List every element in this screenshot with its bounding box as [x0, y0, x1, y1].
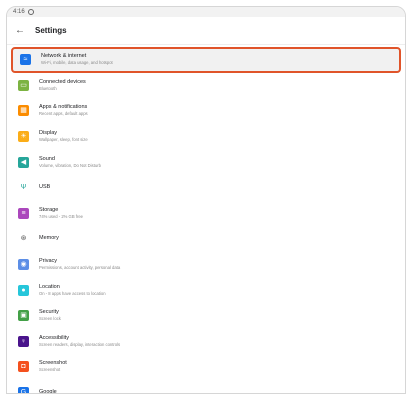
settings-window: 4:16 ← Settings ≈ Network & internet Wi-Fi…	[6, 6, 406, 394]
settings-item-text: Accessibility Screen readers, display, in…	[39, 335, 120, 348]
settings-item-subtitle: On - 8 apps have access to location	[39, 290, 106, 296]
settings-item-connected-devices[interactable]: ▭ Connected devices Bluetooth	[7, 73, 405, 99]
settings-item-title: Screenshot	[39, 360, 67, 367]
settings-item-apps-notifications[interactable]: ▦ Apps & notifications Recent apps, defaul…	[7, 98, 405, 124]
settings-item-display[interactable]: ☀ Display Wallpaper, sleep, font size	[7, 124, 405, 150]
settings-item-title: Location	[39, 283, 60, 290]
settings-item-privacy[interactable]: ◉ Privacy Permissions, account activity, p…	[7, 252, 405, 278]
settings-item-title: Apps & notifications	[39, 104, 88, 111]
settings-item-location[interactable]: ● Location On - 8 apps have access to loca…	[7, 277, 405, 303]
settings-item-storage[interactable]: ≡ Storage 74% used - 2% GB free	[7, 201, 405, 227]
settings-item-google[interactable]: G Google	[7, 380, 405, 394]
settings-item-title: Sound	[39, 155, 55, 162]
settings-item-subtitle: Bluetooth	[39, 85, 57, 91]
location-icon: ●	[18, 284, 29, 296]
settings-item-title: Display	[39, 130, 58, 137]
settings-item-text: Location On - 8 apps have access to locat…	[39, 284, 106, 297]
settings-list: ≈ Network & internet Wi-Fi, mobile, data u…	[7, 45, 405, 394]
settings-item-accessibility[interactable]: ♀ Accessibility Screen readers, display, i…	[7, 329, 405, 355]
settings-item-title: Connected devices	[39, 78, 86, 85]
settings-item-title: Storage	[39, 206, 59, 213]
screenshot-icon: ◘	[18, 361, 29, 373]
settings-item-title: Google	[39, 389, 57, 394]
notification-icon	[27, 9, 34, 15]
settings-item-subtitle: Wi-Fi, mobile, data usage, and hotspot	[41, 60, 113, 66]
google-icon: G	[18, 387, 29, 393]
settings-item-memory[interactable]: ⊛ Memory	[7, 226, 405, 252]
settings-item-screenshot[interactable]: ◘ Screenshot Screenshot	[7, 354, 405, 380]
app-bar: ← Settings	[7, 17, 405, 45]
settings-item-text: Storage 74% used - 2% GB free	[39, 207, 83, 220]
memory-icon: ⊛	[20, 235, 27, 243]
settings-item-text: Privacy Permissions, account activity, pe…	[39, 258, 120, 271]
settings-item-title: Memory	[39, 235, 59, 242]
usb-icon: Ψ	[20, 184, 27, 192]
accessibility-icon: ♀	[18, 335, 29, 347]
display-icon: ☀	[18, 131, 29, 143]
settings-item-title: Accessibility	[39, 334, 69, 341]
settings-item-sound[interactable]: ◀ Sound Volume, vibration, Do Not Disturb	[7, 149, 405, 175]
status-time: 4:16	[13, 9, 25, 15]
security-icon: ▣	[18, 310, 29, 322]
connected-devices-icon: ▭	[18, 79, 29, 91]
settings-item-security[interactable]: ▣ Security Screen lock	[7, 303, 405, 329]
settings-item-subtitle: Screenshot	[39, 367, 61, 373]
privacy-icon: ◉	[18, 259, 29, 271]
settings-item-subtitle: Screen readers, display, interaction con…	[39, 341, 121, 347]
settings-item-title: USB	[39, 184, 51, 191]
settings-item-network-internet[interactable]: ≈ Network & internet Wi-Fi, mobile, data u…	[11, 47, 401, 73]
settings-item-subtitle: Wallpaper, sleep, font size	[39, 137, 88, 143]
status-bar: 4:16	[7, 7, 405, 17]
settings-item-text: USB	[39, 184, 50, 191]
wifi-icon: ≈	[20, 54, 31, 66]
settings-item-text: Security Screen lock	[39, 309, 61, 322]
back-arrow-icon[interactable]: ←	[15, 25, 25, 36]
settings-item-text: Sound Volume, vibration, Do Not Disturb	[39, 156, 101, 169]
settings-item-subtitle: Screen lock	[39, 316, 61, 322]
settings-item-text: Google	[39, 389, 57, 394]
settings-item-text: Memory	[39, 235, 59, 242]
settings-item-title: Security	[39, 309, 59, 316]
storage-icon: ≡	[18, 207, 29, 219]
settings-item-text: Screenshot Screenshot	[39, 360, 67, 373]
settings-item-subtitle: Volume, vibration, Do Not Disturb	[39, 162, 101, 168]
settings-item-text: Apps & notifications Recent apps, default…	[39, 104, 88, 117]
settings-item-title: Privacy	[39, 258, 58, 265]
settings-item-text: Network & internet Wi-Fi, mobile, data us…	[41, 53, 113, 66]
settings-item-text: Display Wallpaper, sleep, font size	[39, 130, 88, 143]
sound-icon: ◀	[18, 156, 29, 168]
settings-item-title: Network & internet	[41, 53, 87, 60]
settings-item-text: Connected devices Bluetooth	[39, 79, 86, 92]
settings-item-subtitle: Recent apps, default apps	[39, 111, 88, 117]
page-title: Settings	[35, 26, 67, 35]
settings-item-usb[interactable]: Ψ USB	[7, 175, 405, 201]
settings-item-subtitle: Permissions, account activity, personal …	[39, 265, 121, 271]
settings-item-subtitle: 74% used - 2% GB free	[39, 213, 83, 219]
apps-icon: ▦	[18, 105, 29, 117]
